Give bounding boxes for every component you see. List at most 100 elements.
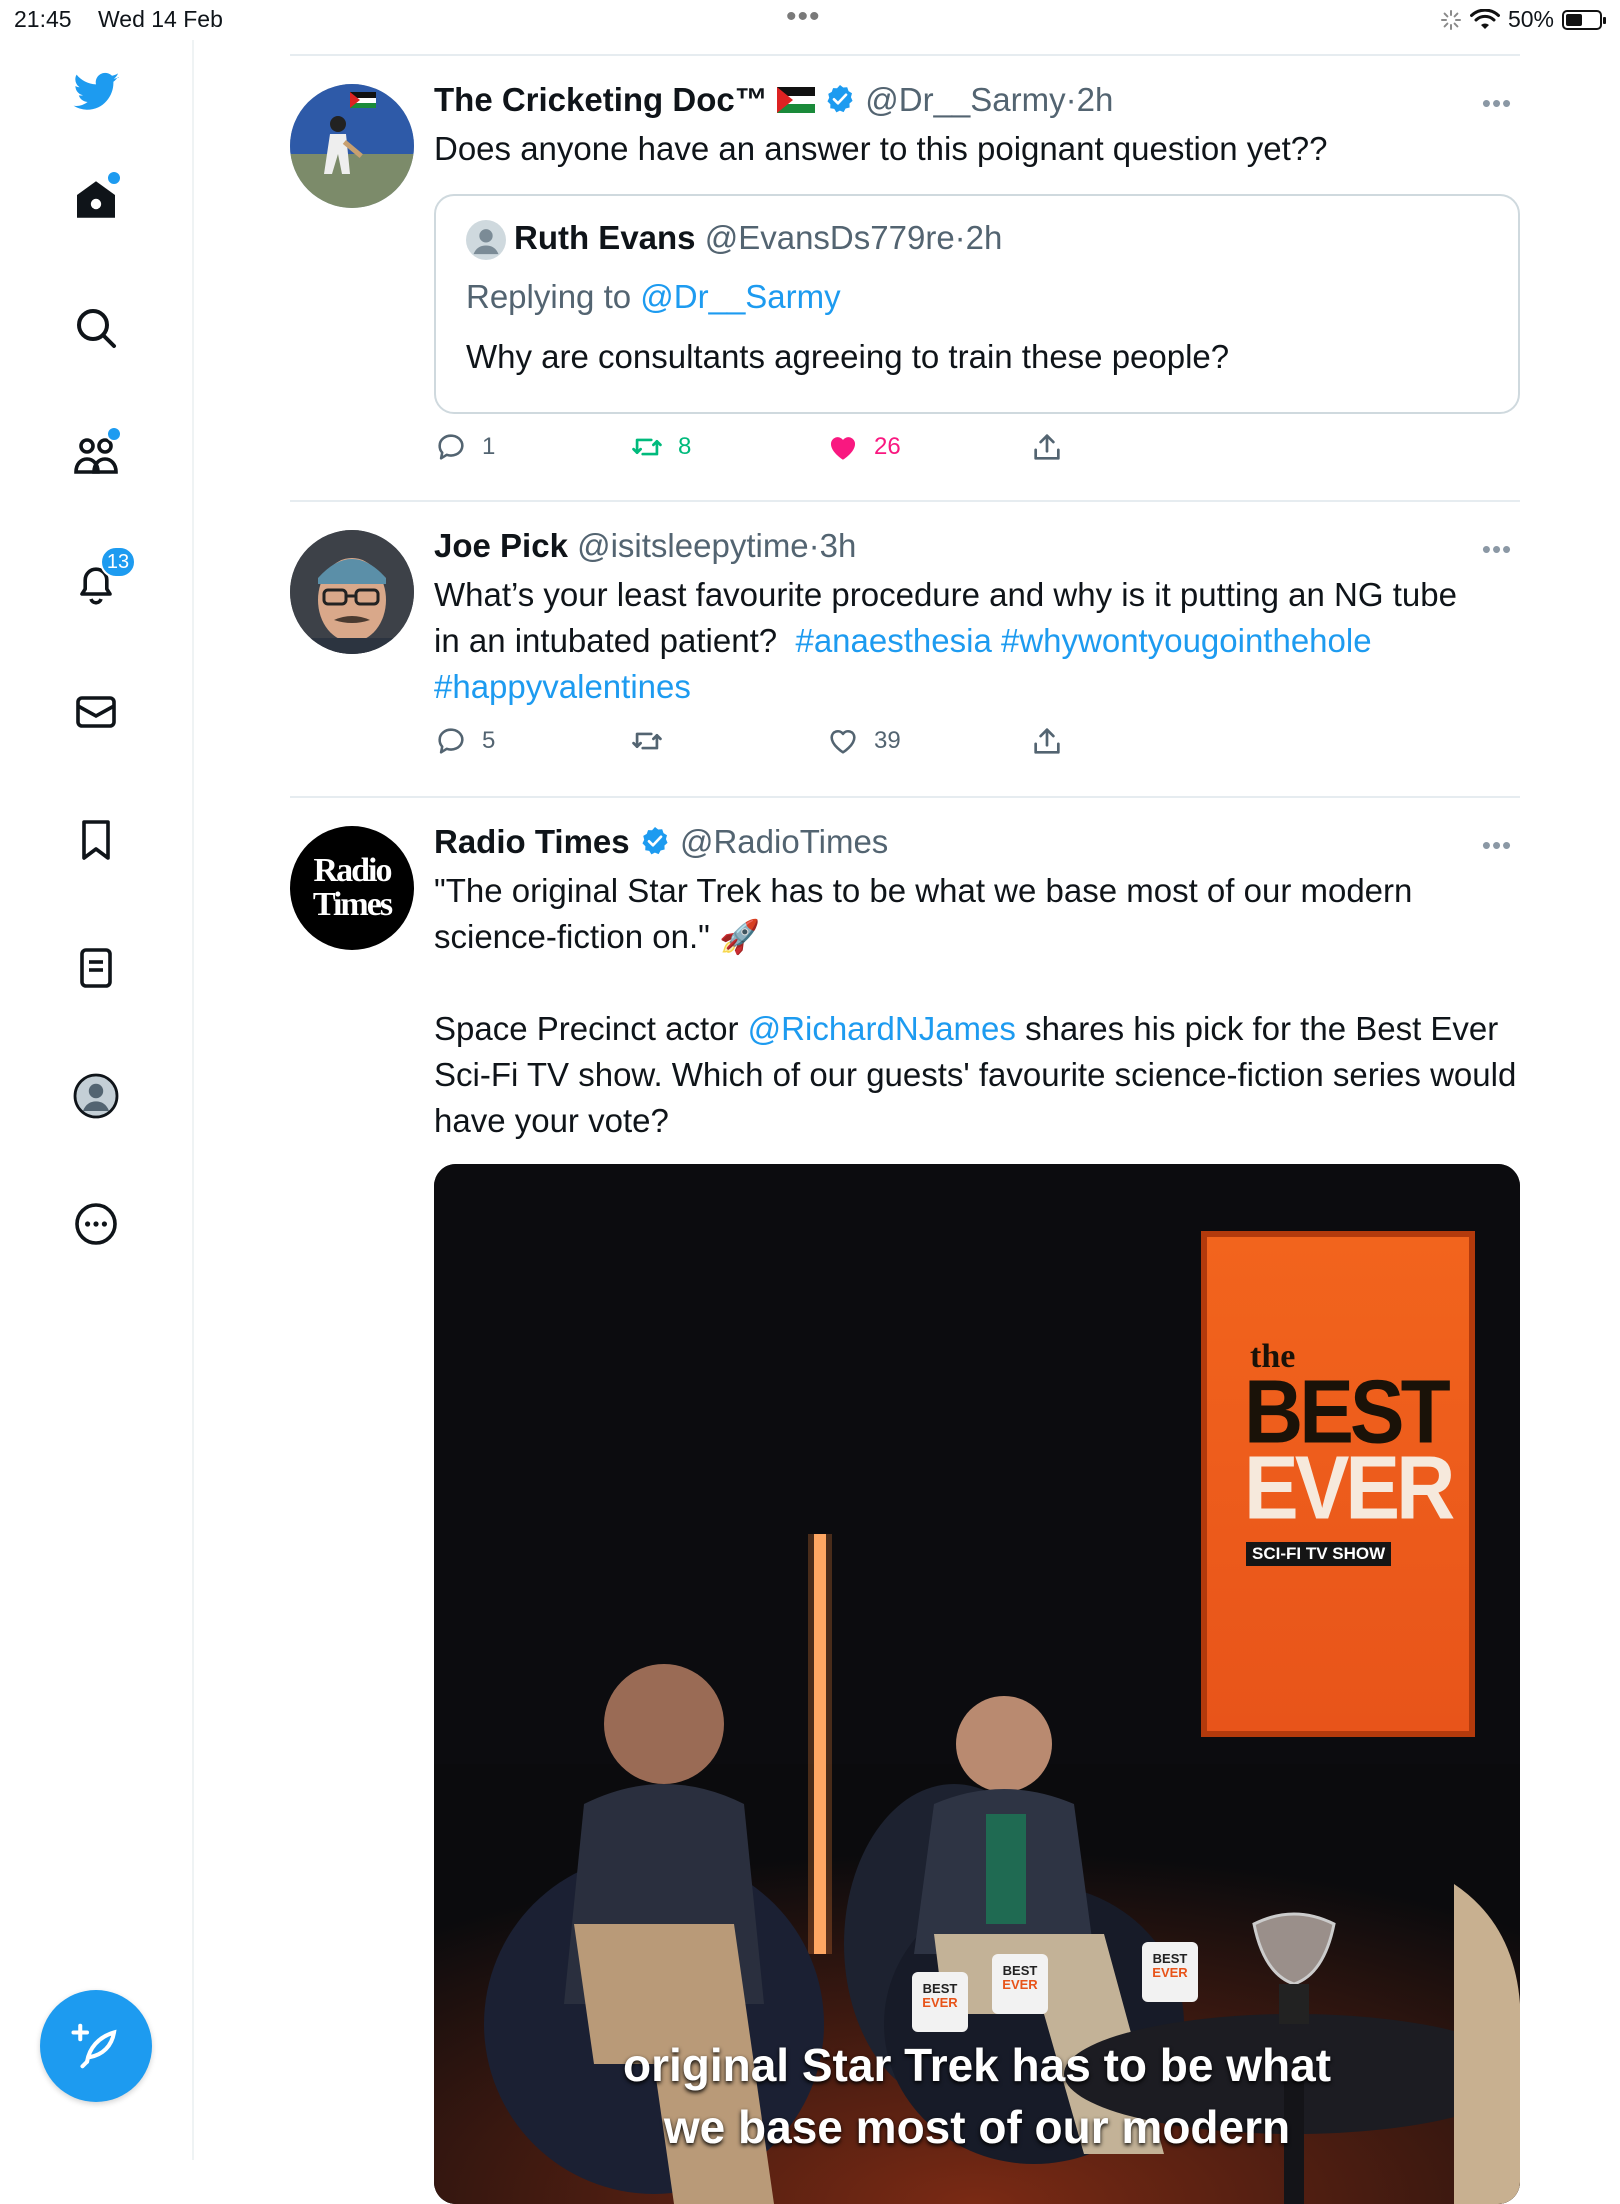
- author-handle[interactable]: @isitsleepytime: [577, 527, 809, 564]
- nav-home[interactable]: [64, 168, 128, 232]
- dot-separator: ·: [808, 527, 820, 564]
- tweet-header: The Cricketing Doc™ @Dr__Sarmy·2h: [434, 78, 1520, 122]
- tweet-more-icon[interactable]: •••: [1474, 534, 1520, 566]
- mug-label: BEST EVER: [996, 1964, 1044, 1992]
- avatar-surgeon-image: [290, 530, 414, 654]
- replying-to-prefix: Replying to: [466, 278, 641, 315]
- status-time: 21:45: [14, 6, 72, 32]
- tweet-text-before-mention: Space Precinct actor: [434, 1010, 748, 1047]
- quoted-author-handle: @EvansDs779re: [704, 219, 955, 256]
- like-count: 39: [874, 727, 901, 754]
- reply-count: 1: [482, 433, 496, 460]
- status-bar: 21:45 Wed 14 Feb ••• 50%: [0, 0, 1620, 40]
- nav-bookmarks[interactable]: [64, 808, 128, 872]
- author-handle[interactable]: @RadioTimes: [680, 823, 888, 860]
- replying-to-handle[interactable]: @Dr__Sarmy: [640, 278, 840, 315]
- sidebar-nav: 13: [0, 40, 194, 2160]
- mug-word-best: BEST: [1002, 1963, 1038, 1978]
- quoted-text: Why are consultants agreeing to train th…: [466, 338, 1230, 375]
- hashtag-link[interactable]: #whywontyougointhehole: [1001, 622, 1372, 659]
- best-ever-sign: the BEST EVER SCI-FI TV SHOW: [1204, 1234, 1472, 1734]
- share-button[interactable]: [1030, 430, 1064, 464]
- bookmark-icon: [82, 820, 110, 860]
- mention-link[interactable]: @RichardNJames: [748, 1010, 1016, 1047]
- avatar-cricketer-image: [290, 84, 414, 208]
- tweet-text-line1: What’s your least favourite procedure an…: [434, 576, 1457, 613]
- like-button[interactable]: 26: [826, 430, 901, 464]
- verified-badge-icon: [827, 85, 853, 113]
- palestine-flag-icon: [776, 87, 815, 113]
- like-button[interactable]: 39: [826, 724, 901, 758]
- heart-filled-icon: [830, 437, 856, 460]
- compose-tweet-button[interactable]: [40, 1990, 152, 2102]
- nav-notifications[interactable]: 13: [64, 546, 136, 616]
- hashtag-link[interactable]: #anaesthesia: [795, 622, 991, 659]
- communities-new-dot: [106, 426, 122, 442]
- nav-profile[interactable]: [64, 1064, 128, 1128]
- caption-line: original Star Trek has to be what: [622, 2039, 1332, 2091]
- default-avatar-icon: [466, 220, 506, 260]
- tweet-time[interactable]: 3h: [820, 527, 857, 564]
- retweet-icon: [632, 438, 662, 456]
- tweet-more-icon[interactable]: •••: [1474, 88, 1520, 120]
- video-caption: original Star Trek has to be what we bas…: [434, 2034, 1520, 2158]
- quoted-tweet[interactable]: Ruth Evans @EvansDs779re·2h Replying to …: [434, 194, 1520, 414]
- share-icon: [1034, 728, 1060, 754]
- author-name[interactable]: Joe Pick: [434, 527, 568, 564]
- quoted-header: Ruth Evans @EvansDs779re·2h: [514, 216, 1002, 260]
- tweet-cricketing-doc[interactable]: The Cricketing Doc™ @Dr__Sarmy·2h Does a…: [290, 56, 1520, 500]
- tweet-text: What’s your least favourite procedure an…: [434, 572, 1520, 710]
- nav-communities[interactable]: [64, 424, 128, 488]
- dot-separator: ·: [1065, 81, 1077, 118]
- replying-to-line: Replying to @Dr__Sarmy: [466, 274, 841, 320]
- nav-explore[interactable]: [64, 296, 128, 360]
- tweet-time[interactable]: 2h: [1077, 81, 1114, 118]
- nav-lists[interactable]: [64, 936, 128, 1000]
- mug-word-ever: EVER: [1002, 1977, 1038, 1992]
- author-name[interactable]: Radio Times: [434, 823, 630, 860]
- tweet-more-icon[interactable]: •••: [1474, 830, 1520, 862]
- nav-messages[interactable]: [64, 680, 128, 744]
- quoted-time: 2h: [965, 219, 1003, 256]
- avatar[interactable]: [290, 530, 414, 654]
- tweet-text-body: Space Precinct actor @RichardNJames shar…: [434, 1006, 1520, 1144]
- author-handle[interactable]: @Dr__Sarmy: [865, 81, 1065, 118]
- hashtag-link[interactable]: #happyvalentines: [434, 668, 691, 705]
- author-name[interactable]: The Cricketing Doc™: [434, 81, 768, 118]
- timeline-feed: The Cricketing Doc™ @Dr__Sarmy·2h Does a…: [290, 54, 1520, 2204]
- mug-word-best: BEST: [922, 1981, 958, 1996]
- tweet-header: Radio Times @RadioTimes: [434, 820, 1520, 864]
- retweet-button[interactable]: [630, 724, 664, 758]
- multitasking-dots-icon[interactable]: •••: [786, 0, 821, 34]
- mug-word-ever: EVER: [922, 1995, 958, 2010]
- retweet-icon: [632, 732, 662, 750]
- lists-icon: [80, 948, 112, 988]
- retweet-button[interactable]: 8: [630, 430, 691, 464]
- reply-button[interactable]: 5: [434, 724, 495, 758]
- mail-icon: [76, 696, 116, 728]
- tweet-actions: 5 39: [434, 724, 1334, 764]
- dot-separator: ·: [954, 219, 966, 256]
- sign-word-ever: EVER: [1244, 1438, 1455, 1539]
- avatar[interactable]: [290, 84, 414, 208]
- nav-more[interactable]: [64, 1192, 128, 1256]
- tweet-text-line2: in an intubated patient?: [434, 622, 778, 659]
- mug-label: BEST EVER: [916, 1982, 964, 2010]
- tweet-joe-pick[interactable]: Joe Pick @isitsleepytime·3h What’s your …: [290, 502, 1520, 796]
- tweet-video[interactable]: the BEST EVER SCI-FI TV SHOW BEST EVER B…: [434, 1164, 1520, 2204]
- battery-icon: [1562, 9, 1606, 30]
- caption-line: we base most of our modern: [663, 2101, 1291, 2153]
- tweet-radio-times[interactable]: Radio Times Radio Times @RadioTimes "The…: [290, 798, 1520, 2204]
- search-icon: [77, 309, 116, 348]
- share-button[interactable]: [1030, 724, 1064, 758]
- sign-subtitle: SCI-FI TV SHOW: [1246, 1542, 1392, 1566]
- retweet-count: 8: [678, 433, 692, 460]
- home-new-dot: [106, 170, 122, 186]
- status-right: 50%: [1440, 6, 1606, 33]
- reply-button[interactable]: 1: [434, 430, 495, 464]
- twitter-logo-icon[interactable]: [64, 60, 128, 124]
- tweet-header: Joe Pick @isitsleepytime·3h: [434, 524, 1520, 568]
- quoted-avatar: [466, 220, 506, 260]
- avatar[interactable]: Radio Times: [290, 826, 414, 950]
- quoted-author-name: Ruth Evans: [514, 219, 696, 256]
